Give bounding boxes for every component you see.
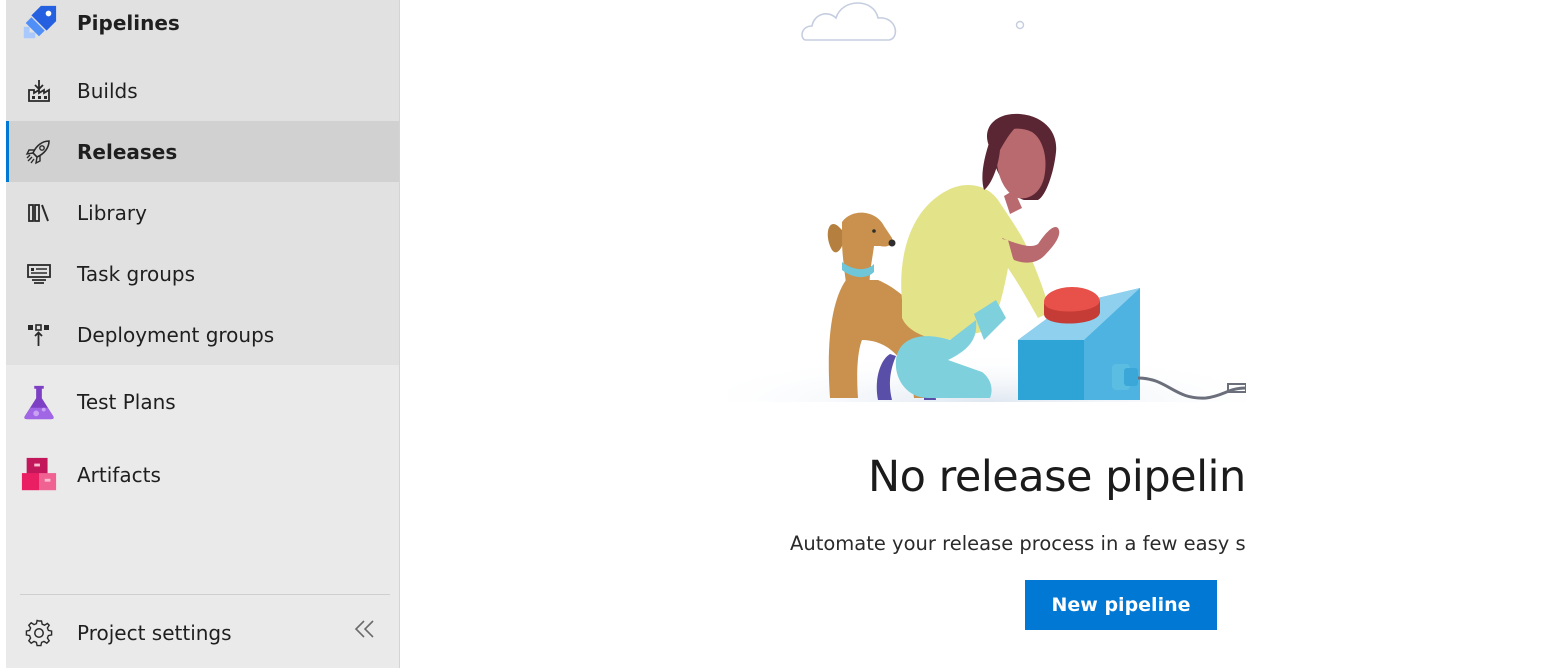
- test-plans-flask-icon: [20, 383, 58, 421]
- sidebar-item-artifacts[interactable]: Artifacts: [6, 444, 399, 505]
- sidebar-item-label: Library: [77, 200, 147, 225]
- sidebar-divider: [20, 594, 390, 595]
- sidebar-item-releases[interactable]: Releases: [6, 121, 399, 182]
- sidebar-item-label: Deployment groups: [77, 322, 275, 347]
- gear-icon: [20, 614, 58, 652]
- sidebar-nav: Pipelines Builds Releases Library Task g…: [6, 0, 400, 668]
- sidebar-item-pipelines[interactable]: Pipelines: [6, 0, 399, 53]
- task-groups-icon: [20, 255, 58, 293]
- empty-state-title: No release pipelines: [868, 452, 1246, 502]
- sidebar-item-label: Builds: [77, 78, 138, 103]
- sidebar-item-label: Releases: [77, 139, 178, 164]
- project-settings-label: Project settings: [77, 620, 232, 645]
- double-chevron-left-icon: [354, 620, 374, 638]
- sidebar-item-test-plans[interactable]: Test Plans: [6, 371, 399, 432]
- app-window: Pipelines Builds Releases Library Task g…: [0, 0, 1557, 668]
- empty-state-description: Automate your release process in a few e…: [790, 532, 1246, 555]
- sidebar-item-task-groups[interactable]: Task groups: [6, 243, 399, 304]
- sidebar-item-builds[interactable]: Builds: [6, 60, 399, 121]
- artifacts-icon: [20, 456, 58, 494]
- sidebar-item-label: Task groups: [77, 261, 196, 286]
- sidebar-item-label: Artifacts: [77, 462, 161, 487]
- pipelines-icon: [20, 4, 58, 42]
- releases-rocket-icon: [20, 133, 58, 171]
- project-settings-link[interactable]: Project settings: [6, 602, 336, 663]
- sidebar-item-label: Pipelines: [77, 10, 180, 35]
- new-pipeline-button[interactable]: New pipeline: [1025, 580, 1217, 630]
- deployment-groups-icon: [20, 316, 58, 354]
- builds-icon: [20, 72, 58, 110]
- sidebar-item-library[interactable]: Library: [6, 182, 399, 243]
- collapse-sidebar-button[interactable]: [350, 614, 380, 644]
- empty-state-illustration: [728, 0, 1246, 402]
- sidebar-item-deployment-groups[interactable]: Deployment groups: [6, 304, 399, 365]
- sidebar-item-label: Test Plans: [77, 389, 176, 414]
- library-icon: [20, 194, 58, 232]
